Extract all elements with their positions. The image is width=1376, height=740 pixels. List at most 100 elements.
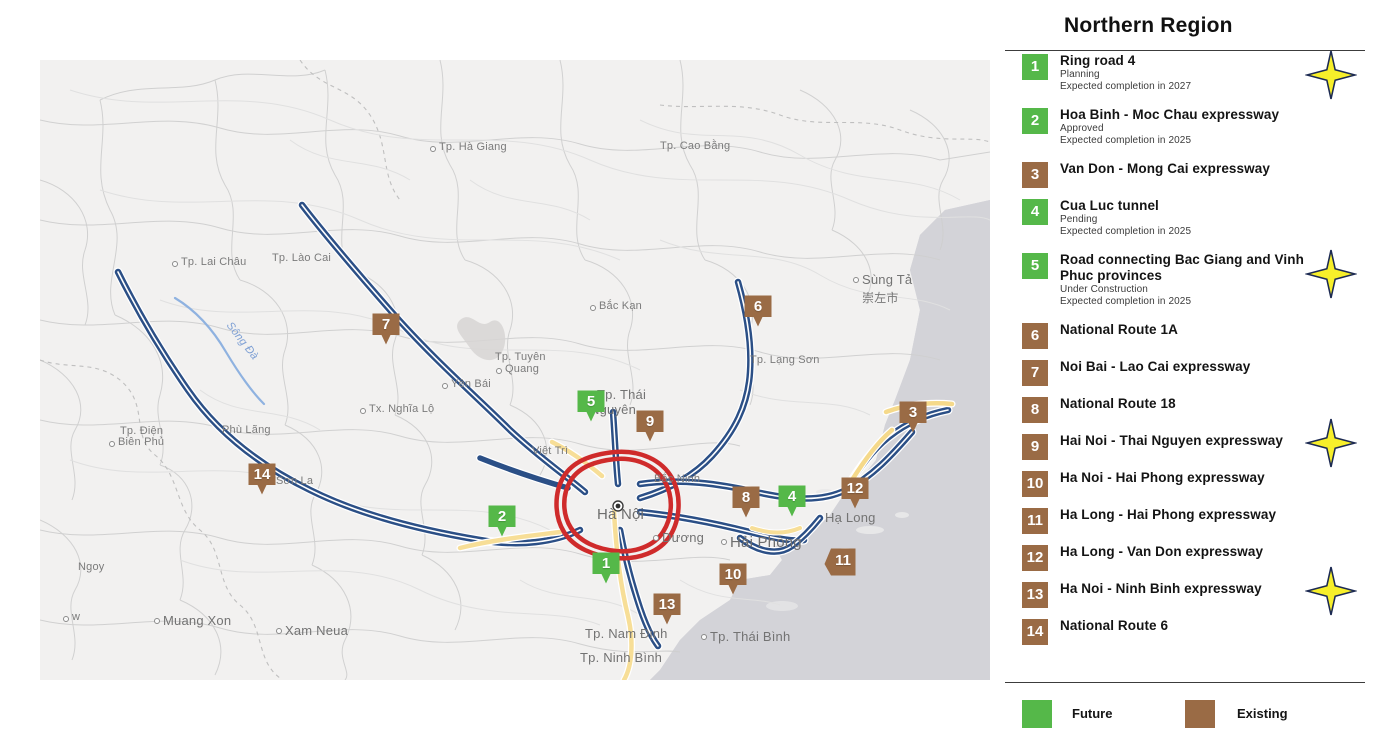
legend-item-number: 5: [1022, 253, 1048, 279]
map-marker-number: 1: [591, 553, 621, 575]
legend-item-text: Ring road 4PlanningExpected completion i…: [1060, 53, 1310, 93]
legend-item-number: 13: [1022, 582, 1048, 608]
legend-item-text: Ha Noi - Hai Phong expressway: [1060, 470, 1310, 486]
city-dot-icon: [276, 628, 282, 634]
star-icon: [1305, 248, 1357, 300]
legend-item-text: Cua Luc tunnelPendingExpected completion…: [1060, 198, 1310, 238]
map-marker-10[interactable]: 10: [718, 562, 748, 596]
city-dot-icon: [853, 277, 859, 283]
legend-item-completion: Expected completion in 2025: [1060, 135, 1310, 147]
map-marker-number: 11: [828, 550, 858, 572]
map-marker-8[interactable]: 8: [731, 485, 761, 519]
legend-item-text: National Route 6: [1060, 618, 1310, 634]
map-marker-number: 5: [576, 391, 606, 413]
legend-item-name: National Route 1A: [1060, 322, 1310, 338]
star-icon: [1305, 417, 1357, 469]
legend-item-number: 2: [1022, 108, 1048, 134]
star-icon: [1305, 565, 1357, 617]
page-title: Northern Region: [1064, 14, 1233, 38]
legend-item-text: Ha Noi - Ninh Binh expressway: [1060, 581, 1310, 597]
map-marker-12[interactable]: 12: [840, 476, 870, 510]
map-marker-1[interactable]: 1: [591, 551, 621, 585]
legend-item-status: Planning: [1060, 69, 1310, 81]
map-marker-3[interactable]: 3: [898, 400, 928, 434]
legend-item-name: Ha Long - Van Don expressway: [1060, 544, 1310, 560]
map-panel[interactable]: Tp. Hà GiangTp. Cao BằngTp. Lai ChâuTp. …: [40, 60, 990, 680]
map-marker-number: 12: [840, 478, 870, 500]
map-marker-11[interactable]: 11: [823, 547, 853, 581]
legend-item-text: Road connecting Bac Giang and Vinh Phuc …: [1060, 252, 1310, 308]
legend-item-number: 10: [1022, 471, 1048, 497]
map-marker-number: 6: [743, 296, 773, 318]
map-marker-number: 3: [898, 402, 928, 424]
legend-item-name: Ha Long - Hai Phong expressway: [1060, 507, 1310, 523]
map-marker-number: 4: [777, 486, 807, 508]
legend-item-text: Hai Noi - Thai Nguyen expressway: [1060, 433, 1310, 449]
legend-item-text: Noi Bai - Lao Cai expressway: [1060, 359, 1310, 375]
legend-item-number: 8: [1022, 397, 1048, 423]
city-dot-icon: [590, 305, 596, 311]
legend-panel: Northern Region 1Ring road 4PlanningExpe…: [1000, 0, 1376, 737]
map-marker-number: 2: [487, 506, 517, 528]
legend-item-text: Ha Long - Hai Phong expressway: [1060, 507, 1310, 523]
legend-item-text: Hoa Binh - Moc Chau expresswayApprovedEx…: [1060, 107, 1310, 147]
map-marker-2[interactable]: 2: [487, 504, 517, 538]
map-marker-7[interactable]: 7: [371, 312, 401, 346]
map-marker-14[interactable]: 14: [247, 462, 277, 496]
legend-item-status: Pending: [1060, 214, 1310, 226]
legend-item-status: Approved: [1060, 123, 1310, 135]
star-icon: [1305, 49, 1357, 101]
city-dot-icon: [154, 618, 160, 624]
key-swatch-future: [1022, 700, 1052, 728]
city-dot-icon: [172, 261, 178, 267]
legend-item-completion: Expected completion in 2027: [1060, 81, 1310, 93]
legend-item-text: Ha Long - Van Don expressway: [1060, 544, 1310, 560]
map-marker-number: 14: [247, 464, 277, 486]
legend-divider-bottom: [1005, 682, 1365, 683]
map-marker-number: 13: [652, 594, 682, 616]
legend-item-name: Ha Noi - Hai Phong expressway: [1060, 470, 1310, 486]
legend-item-name: Cua Luc tunnel: [1060, 198, 1310, 214]
city-dot-icon: [63, 616, 69, 622]
legend-item-number: 14: [1022, 619, 1048, 645]
legend-item-name: Hai Noi - Thai Nguyen expressway: [1060, 433, 1310, 449]
legend-item-text: National Route 18: [1060, 396, 1310, 412]
legend-item-number: 4: [1022, 199, 1048, 225]
legend-item-name: Hoa Binh - Moc Chau expressway: [1060, 107, 1310, 123]
legend-item-number: 6: [1022, 323, 1048, 349]
map-marker-9[interactable]: 9: [635, 409, 665, 443]
city-dot-icon: [653, 535, 659, 541]
legend-item-text: National Route 1A: [1060, 322, 1310, 338]
city-dot-icon: [496, 368, 502, 374]
map-marker-6[interactable]: 6: [743, 294, 773, 328]
legend-item-name: Ha Noi - Ninh Binh expressway: [1060, 581, 1310, 597]
legend-item-number: 11: [1022, 508, 1048, 534]
legend-item-completion: Expected completion in 2025: [1060, 226, 1310, 238]
city-dot-icon: [721, 539, 727, 545]
map-marker-5[interactable]: 5: [576, 389, 606, 423]
legend-item-number: 12: [1022, 545, 1048, 571]
legend-item-name: Van Don - Mong Cai expressway: [1060, 161, 1310, 177]
city-dot-icon: [442, 383, 448, 389]
map-marker-number: 10: [718, 564, 748, 586]
key-label-future: Future: [1072, 706, 1112, 721]
legend-item-name: National Route 18: [1060, 396, 1310, 412]
map-marker-number: 7: [371, 314, 401, 336]
map-marker-number: 8: [731, 487, 761, 509]
legend-item-name: Road connecting Bac Giang and Vinh Phuc …: [1060, 252, 1310, 284]
city-dot-icon: [701, 634, 707, 640]
map-infographic: Tp. Hà GiangTp. Cao BằngTp. Lai ChâuTp. …: [0, 0, 1376, 737]
legend-item-number: 9: [1022, 434, 1048, 460]
map-marker-13[interactable]: 13: [652, 592, 682, 626]
legend-item-number: 3: [1022, 162, 1048, 188]
legend-item-name: Ring road 4: [1060, 53, 1310, 69]
city-dot-icon: [109, 441, 115, 447]
key-swatch-existing: [1185, 700, 1215, 728]
key-label-existing: Existing: [1237, 706, 1288, 721]
map-marker-4[interactable]: 4: [777, 484, 807, 518]
legend-item-completion: Expected completion in 2025: [1060, 296, 1310, 308]
map-marker-number: 9: [635, 411, 665, 433]
legend-item-status: Under Construction: [1060, 284, 1310, 296]
legend-item-number: 1: [1022, 54, 1048, 80]
city-dot-icon: [430, 146, 436, 152]
